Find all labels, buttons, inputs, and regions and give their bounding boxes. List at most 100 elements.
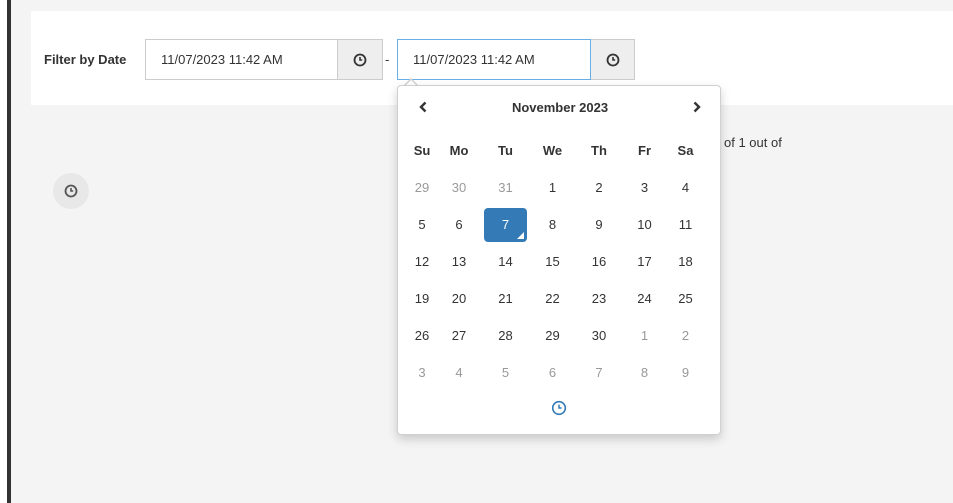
calendar-day[interactable]: 5 <box>408 206 436 243</box>
calendar-day-cell: 8 <box>622 354 667 391</box>
weekday-label: Sa <box>677 143 694 158</box>
calendar-day-cell: 6 <box>529 354 576 391</box>
calendar-day[interactable]: 21 <box>482 280 529 317</box>
calendar-day[interactable]: 29 <box>529 317 576 354</box>
month-year-title[interactable]: November 2023 <box>478 100 642 115</box>
calendar-day[interactable]: 15 <box>529 243 576 280</box>
calendar-day[interactable]: 7 <box>576 354 622 391</box>
calendar-day-cell: 10 <box>622 206 667 243</box>
calendar-day[interactable]: 31 <box>482 169 529 206</box>
time-picker-toggle[interactable] <box>398 396 720 420</box>
calendar-week-row: 12 13 14 15 16 17 18 <box>408 243 704 280</box>
calendar-week-row: 3456789 <box>408 354 704 391</box>
calendar-day[interactable]: 4 <box>667 169 704 206</box>
calendar-day-cell: 3 <box>408 354 436 391</box>
calendar-day-cell: 8 <box>529 206 576 243</box>
calendar-day[interactable]: 11 <box>667 206 704 243</box>
calendar-day[interactable]: 2 <box>667 317 704 354</box>
calendar-day[interactable]: 24 <box>622 280 667 317</box>
weekday-label: Tu <box>498 143 513 158</box>
calendar-day[interactable]: 19 <box>408 280 436 317</box>
calendar-day-cell: 3 <box>622 169 667 206</box>
start-time-button[interactable] <box>338 39 383 80</box>
calendar-day[interactable]: 17 <box>622 243 667 280</box>
clock-icon <box>551 400 567 416</box>
calendar-day-cell: 18 <box>667 243 704 280</box>
calendar-day[interactable]: 5 <box>482 354 529 391</box>
calendar-day[interactable]: 2 <box>576 169 622 206</box>
end-date-input[interactable]: 11/07/2023 11:42 AM <box>397 39 591 80</box>
calendar-day-cell: 5 <box>482 354 529 391</box>
calendar-day[interactable]: 9 <box>667 354 704 391</box>
calendar-day-cell: 24 <box>622 280 667 317</box>
calendar-day-cell: 4 <box>667 169 704 206</box>
calendar-day-cell: 20 <box>436 280 482 317</box>
calendar-day[interactable]: 22 <box>529 280 576 317</box>
calendar-grid: Su Mo Tu We Th Fr Sa 29 30 31 1 2 3 4 5 6 7 8 9 10 11 12 13 14… <box>408 132 704 391</box>
calendar-day-cell: 16 <box>576 243 622 280</box>
calendar-day-cell: 1 <box>622 317 667 354</box>
date-picker-popup: November 2023 Su Mo Tu We Th Fr Sa 29 30 31 1 2 3 4 5… <box>397 85 721 435</box>
calendar-day[interactable]: 27 <box>436 317 482 354</box>
calendar-day-cell: 29 <box>408 169 436 206</box>
filter-by-date-label: Filter by Date <box>44 52 127 67</box>
calendar-day-cell: 28 <box>482 317 529 354</box>
calendar-day-cell: 2 <box>576 169 622 206</box>
calendar-day[interactable]: 14 <box>482 243 529 280</box>
weekday-label: We <box>542 143 563 158</box>
calendar-day[interactable]: 6 <box>436 206 482 243</box>
calendar-day-cell: 19 <box>408 280 436 317</box>
pagination-text: of 1 out of <box>724 135 782 150</box>
weekday-header-row: Su Mo Tu We Th Fr Sa <box>408 132 704 169</box>
calendar-header: November 2023 <box>398 96 720 122</box>
side-clock-button[interactable] <box>53 173 89 209</box>
calendar-week-row: 5 6 7 8 9 10 11 <box>408 206 704 243</box>
calendar-day[interactable]: 3 <box>622 169 667 206</box>
calendar-week-row: 19 20 21 22 23 24 25 <box>408 280 704 317</box>
calendar-day[interactable]: 30 <box>576 317 622 354</box>
previous-month-button[interactable] <box>408 96 438 122</box>
calendar-day-cell: 30 <box>576 317 622 354</box>
calendar-day-cell: 23 <box>576 280 622 317</box>
calendar-day-cell: 13 <box>436 243 482 280</box>
clock-icon <box>353 53 367 67</box>
calendar-day-cell: 26 <box>408 317 436 354</box>
calendar-day-cell: 15 <box>529 243 576 280</box>
calendar-day[interactable]: 3 <box>408 354 436 391</box>
start-date-input[interactable]: 11/07/2023 11:42 AM <box>145 39 338 80</box>
end-time-button[interactable] <box>591 39 635 80</box>
calendar-day[interactable]: 13 <box>436 243 482 280</box>
calendar-day[interactable]: 20 <box>436 280 482 317</box>
clock-icon <box>64 184 78 198</box>
weekday-label: Su <box>413 143 431 158</box>
calendar-day[interactable]: 28 <box>482 317 529 354</box>
calendar-day-cell: 5 <box>408 206 436 243</box>
calendar-day[interactable]: 8 <box>529 206 576 243</box>
chevron-right-icon <box>692 100 702 118</box>
calendar-day[interactable]: 18 <box>667 243 704 280</box>
calendar-day-cell: 17 <box>622 243 667 280</box>
calendar-day[interactable]: 1 <box>529 169 576 206</box>
calendar-day[interactable]: 12 <box>408 243 436 280</box>
calendar-day[interactable]: 25 <box>667 280 704 317</box>
calendar-day[interactable]: 8 <box>622 354 667 391</box>
calendar-day[interactable]: 6 <box>529 354 576 391</box>
chevron-left-icon <box>418 100 428 118</box>
calendar-day[interactable]: 29 <box>408 169 436 206</box>
calendar-day[interactable]: 10 <box>622 206 667 243</box>
calendar-day-selected[interactable]: 7 <box>484 207 527 242</box>
calendar-day-cell: 7 <box>576 354 622 391</box>
calendar-day[interactable]: 23 <box>576 280 622 317</box>
calendar-day[interactable]: 4 <box>436 354 482 391</box>
calendar-day-cell: 31 <box>482 169 529 206</box>
calendar-day-cell: 9 <box>667 354 704 391</box>
calendar-day[interactable]: 16 <box>576 243 622 280</box>
calendar-day-cell: 1 <box>529 169 576 206</box>
calendar-day[interactable]: 26 <box>408 317 436 354</box>
calendar-day-cell: 2 <box>667 317 704 354</box>
calendar-day[interactable]: 30 <box>436 169 482 206</box>
calendar-day-cell: 11 <box>667 206 704 243</box>
next-month-button[interactable] <box>682 96 712 122</box>
calendar-day[interactable]: 1 <box>622 317 667 354</box>
calendar-day[interactable]: 9 <box>576 206 622 243</box>
